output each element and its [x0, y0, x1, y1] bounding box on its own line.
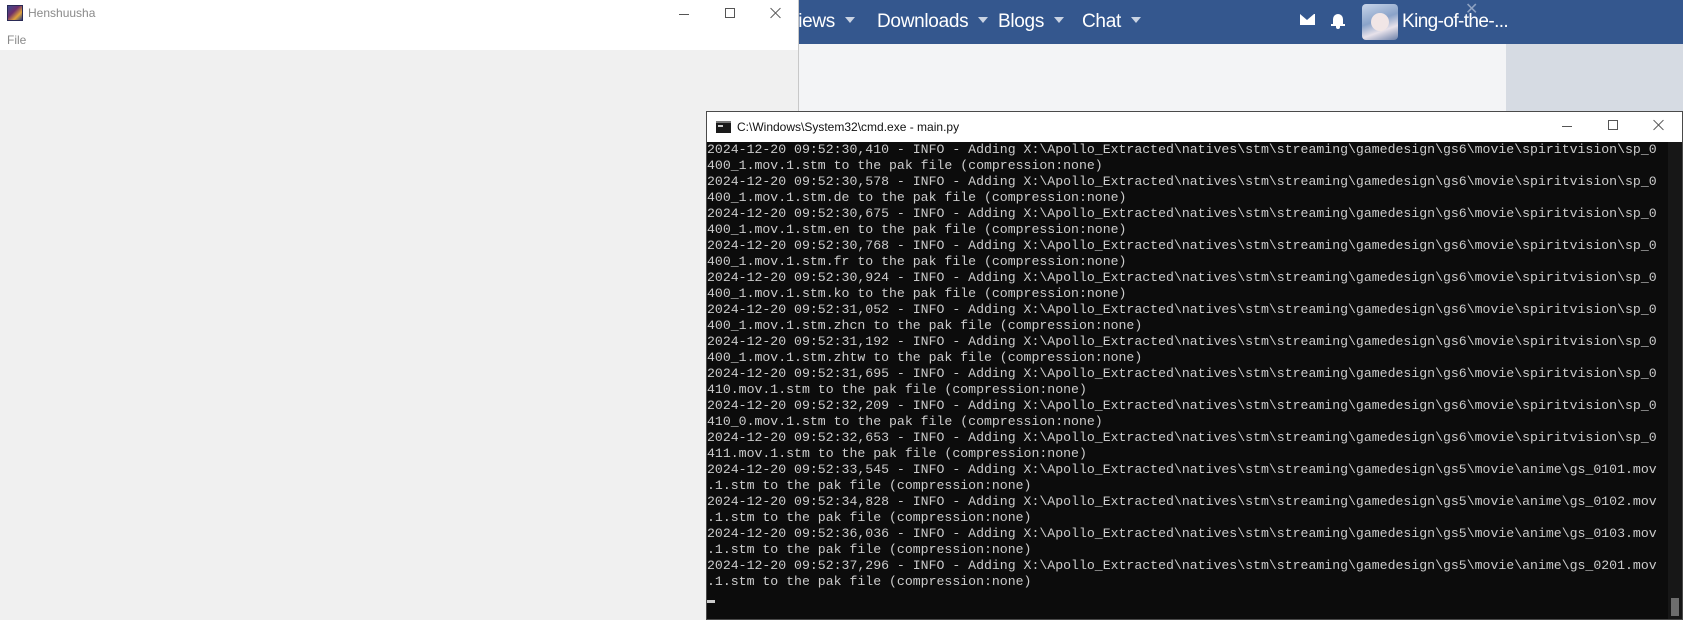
console-lines: 2024-12-20 09:52:30,410 - INFO - Adding … [707, 142, 1668, 590]
username-link[interactable]: King-of-the-... [1402, 0, 1509, 44]
console-line: 410_0.mov.1.stm to the pak file (compres… [707, 414, 1103, 429]
console-line: 2024-12-20 09:52:31,052 - INFO - Adding … [707, 302, 1657, 317]
minimize-icon [1562, 126, 1572, 127]
chevron-down-icon [1054, 16, 1065, 23]
console-line: .1.stm to the pak file (compression:none… [707, 574, 1032, 589]
console-line: 2024-12-20 09:52:34,828 - INFO - Adding … [707, 494, 1657, 509]
close-button[interactable] [1636, 112, 1682, 140]
text-cursor [707, 600, 715, 603]
nav-item-label: Blogs [998, 11, 1045, 32]
nav-item-label: Chat [1082, 11, 1121, 32]
console-line: 2024-12-20 09:52:30,675 - INFO - Adding … [707, 206, 1657, 221]
minimize-button[interactable] [661, 0, 707, 28]
close-icon [770, 7, 782, 19]
minimize-button[interactable] [1544, 112, 1590, 140]
window-title: Henshuusha [28, 6, 96, 20]
console-line: 2024-12-20 09:52:32,653 - INFO - Adding … [707, 430, 1657, 445]
console-line: .1.stm to the pak file (compression:none… [707, 542, 1032, 557]
console-line: 2024-12-20 09:52:30,410 - INFO - Adding … [707, 142, 1657, 157]
console-line: 400_1.mov.1.stm to the pak file (compres… [707, 158, 1103, 173]
mail-icon[interactable] [1300, 14, 1315, 25]
console-line: 2024-12-20 09:52:31,695 - INFO - Adding … [707, 366, 1657, 381]
console-line: 410.mov.1.stm to the pak file (compressi… [707, 382, 1087, 397]
console-line: 2024-12-20 09:52:30,924 - INFO - Adding … [707, 270, 1657, 285]
app-icon [7, 5, 23, 21]
console-line: 2024-12-20 09:52:33,545 - INFO - Adding … [707, 462, 1657, 477]
console-line: 2024-12-20 09:52:36,036 - INFO - Adding … [707, 526, 1657, 541]
scrollbar-thumb[interactable] [1671, 598, 1679, 616]
console-line: 2024-12-20 09:52:30,768 - INFO - Adding … [707, 238, 1657, 253]
minimize-icon [679, 14, 689, 15]
console-line: 2024-12-20 09:52:31,192 - INFO - Adding … [707, 334, 1657, 349]
maximize-icon [1608, 120, 1618, 130]
window-title: C:\Windows\System32\cmd.exe - main.py [737, 120, 960, 134]
console-line: 411.mov.1.stm to the pak file (compressi… [707, 446, 1087, 461]
console-line: 400_1.mov.1.stm.fr to the pak file (comp… [707, 254, 1127, 269]
maximize-button[interactable] [1590, 112, 1636, 140]
nav-item-chat[interactable]: Chat [1082, 0, 1141, 44]
menu-bar: File [0, 28, 798, 50]
cmd-window: C:\Windows\System32\cmd.exe - main.py 20… [706, 111, 1683, 620]
console-line: 400_1.mov.1.stm.zhtw to the pak file (co… [707, 350, 1143, 365]
chevron-down-icon [1130, 16, 1141, 23]
console-icon [716, 121, 731, 133]
nav-item-blogs[interactable]: Blogs [998, 0, 1065, 44]
bell-icon[interactable] [1331, 13, 1345, 29]
menu-file[interactable]: File [7, 28, 26, 53]
henshuusha-window: Henshuusha File [0, 0, 799, 620]
nav-item-downloads[interactable]: Downloads [877, 0, 989, 44]
chevron-down-icon [845, 16, 856, 23]
console-line: 2024-12-20 09:52:30,578 - INFO - Adding … [707, 174, 1657, 189]
console-output[interactable]: 2024-12-20 09:52:30,410 - INFO - Adding … [707, 142, 1668, 619]
title-bar[interactable]: Henshuusha [0, 0, 798, 28]
console-line: 400_1.mov.1.stm.ko to the pak file (comp… [707, 286, 1127, 301]
nav-item-label: Downloads [877, 11, 969, 32]
avatar[interactable] [1362, 4, 1398, 40]
console-line: 400_1.mov.1.stm.de to the pak file (comp… [707, 190, 1127, 205]
console-line: 2024-12-20 09:52:32,209 - INFO - Adding … [707, 398, 1657, 413]
title-bar[interactable]: C:\Windows\System32\cmd.exe - main.py [707, 112, 1682, 142]
chevron-down-icon [978, 16, 989, 23]
console-line: 2024-12-20 09:52:37,296 - INFO - Adding … [707, 558, 1657, 573]
console-line: .1.stm to the pak file (compression:none… [707, 510, 1032, 525]
maximize-button[interactable] [707, 0, 753, 28]
maximize-icon [725, 8, 735, 18]
scrollbar[interactable] [1668, 142, 1682, 619]
close-button[interactable] [753, 0, 799, 28]
console-line: 400_1.mov.1.stm.en to the pak file (comp… [707, 222, 1127, 237]
console-line: .1.stm to the pak file (compression:none… [707, 478, 1032, 493]
console-line: 400_1.mov.1.stm.zhcn to the pak file (co… [707, 318, 1143, 333]
close-icon [1653, 119, 1665, 131]
